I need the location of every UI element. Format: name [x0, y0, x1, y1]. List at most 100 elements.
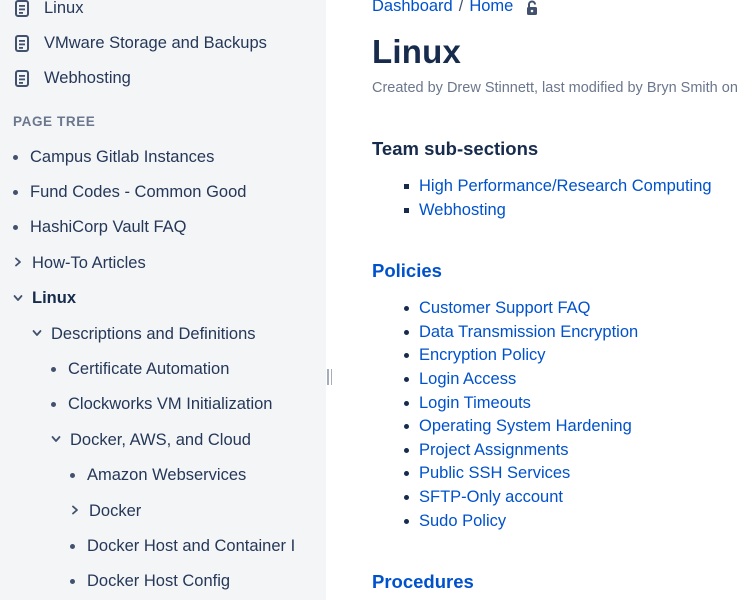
tree-item[interactable]: HashiCorp Vault FAQ	[13, 215, 326, 241]
sidebar-page-linux[interactable]: Linux	[15, 0, 326, 21]
page-link[interactable]: Login Access	[419, 370, 516, 389]
tree-item[interactable]: Docker Host and Container I	[70, 533, 326, 559]
breadcrumb-separator: /	[458, 0, 464, 15]
tree-item-label: Clockworks VM Initialization	[68, 395, 273, 414]
page-title: Linux	[372, 33, 461, 70]
page-icon	[15, 34, 29, 52]
bullet-icon	[404, 424, 409, 430]
tree-item[interactable]: Docker	[70, 498, 326, 524]
page-link[interactable]: Public SSH Services	[419, 464, 570, 483]
tree-item-label: HashiCorp Vault FAQ	[30, 218, 187, 237]
list-item: Operating System Hardening	[404, 415, 638, 439]
bullet-icon	[404, 329, 409, 335]
page-link[interactable]: Sudo Policy	[419, 512, 506, 531]
square-bullet-icon	[404, 207, 409, 213]
bullet-icon	[70, 473, 75, 479]
page-link[interactable]: Operating System Hardening	[419, 417, 632, 436]
section-link-list: Customer Support FAQ Data Transmission En…	[404, 297, 638, 533]
tree-item-label: How-To Articles	[32, 253, 146, 272]
page-tree-heading: PAGE TREE	[13, 114, 96, 129]
list-item: Encryption Policy	[404, 344, 638, 368]
bullet-icon	[13, 225, 18, 231]
sidebar-page-webhosting[interactable]: Webhosting	[15, 65, 326, 91]
chevron-down-icon[interactable]	[13, 293, 23, 303]
bullet-icon	[13, 189, 18, 195]
bullet-icon	[70, 579, 75, 585]
list-item: Customer Support FAQ	[404, 297, 638, 321]
list-item: Public SSH Services	[404, 462, 638, 486]
page-link[interactable]: High Performance/Research Computing	[419, 177, 712, 196]
section-heading[interactable]: Procedures	[372, 571, 474, 593]
section-link-list: High Performance/Research Computing Webho…	[404, 175, 712, 222]
sidebar-page-label: Webhosting	[44, 68, 131, 87]
tree-item-label: Docker Host and Container I	[87, 536, 296, 555]
list-item: Project Assignments	[404, 439, 638, 463]
page-link[interactable]: Login Timeouts	[419, 394, 531, 413]
tree-item[interactable]: Descriptions and Definitions	[32, 321, 326, 347]
page-byline: Created by Drew Stinnett, last modified …	[372, 80, 738, 96]
bullet-icon	[404, 353, 409, 359]
breadcrumb-home[interactable]: Home	[469, 0, 513, 16]
main-content: Dashboard / Home Linux Created by Drew S…	[372, 0, 746, 600]
tree-item[interactable]: Campus Gitlab Instances	[13, 144, 326, 170]
bullet-icon	[51, 366, 56, 372]
tree-item-label: Docker Host Config	[87, 572, 231, 591]
bullet-icon	[51, 402, 56, 408]
tree-item[interactable]: Linux	[13, 286, 326, 312]
list-item: Sudo Policy	[404, 509, 638, 533]
section-heading: Team sub-sections	[372, 138, 539, 159]
tree-item[interactable]: How-To Articles	[13, 250, 326, 276]
tree-item-label: Linux	[32, 289, 76, 308]
tree-item[interactable]: Docker Host Config	[70, 569, 326, 595]
bullet-icon	[404, 377, 409, 383]
bullet-icon	[404, 495, 409, 501]
sidebar-page-vmware[interactable]: VMware Storage and Backups	[15, 30, 326, 56]
bullet-icon	[404, 400, 409, 406]
list-item: SFTP-Only account	[404, 486, 638, 510]
tree-item[interactable]: Docker, AWS, and Cloud	[51, 427, 326, 453]
square-bullet-icon	[404, 184, 409, 190]
tree-item-label: Docker, AWS, and Cloud	[70, 430, 251, 449]
unlock-icon[interactable]	[525, 0, 539, 16]
page-link[interactable]: Customer Support FAQ	[419, 299, 591, 318]
bullet-icon	[404, 471, 409, 477]
bullet-icon	[404, 518, 409, 524]
page-link[interactable]: Data Transmission Encryption	[419, 323, 638, 342]
sidebar-page-label: VMware Storage and Backups	[44, 33, 267, 52]
list-item: Login Timeouts	[404, 391, 638, 415]
page-link[interactable]: Encryption Policy	[419, 346, 546, 365]
bullet-icon	[13, 154, 18, 160]
list-item: Login Access	[404, 368, 638, 392]
sidebar: Linux VMware Storage and Backups Webhost…	[0, 0, 326, 600]
breadcrumb: Dashboard / Home	[372, 0, 539, 16]
bullet-icon	[70, 543, 75, 549]
tree-item-label: Docker	[89, 501, 142, 520]
tree-item-label: Amazon Webservices	[87, 466, 247, 485]
page-icon	[15, 0, 29, 17]
breadcrumb-dashboard[interactable]: Dashboard	[372, 0, 453, 16]
sidebar-resize-handle[interactable]	[327, 369, 333, 385]
chevron-right-icon[interactable]	[70, 505, 80, 515]
list-item: Webhosting	[404, 199, 712, 223]
sidebar-page-label: Linux	[44, 0, 84, 17]
section-heading[interactable]: Policies	[372, 260, 442, 282]
page-link[interactable]: Project Assignments	[419, 441, 568, 460]
tree-item-label: Certificate Automation	[68, 359, 230, 378]
page-icon	[15, 69, 29, 87]
bullet-icon	[404, 447, 409, 453]
tree-item[interactable]: Fund Codes - Common Good	[13, 179, 326, 205]
page-link[interactable]: Webhosting	[419, 201, 506, 220]
tree-item[interactable]: Certificate Automation	[51, 356, 326, 382]
tree-item-label: Descriptions and Definitions	[51, 324, 256, 343]
chevron-right-icon[interactable]	[13, 257, 23, 267]
chevron-down-icon[interactable]	[51, 434, 61, 444]
tree-item-label: Campus Gitlab Instances	[30, 147, 215, 166]
list-item: High Performance/Research Computing	[404, 175, 712, 199]
page-link[interactable]: SFTP-Only account	[419, 488, 563, 507]
tree-item[interactable]: Clockworks VM Initialization	[51, 392, 326, 418]
bullet-icon	[404, 306, 409, 312]
chevron-down-icon[interactable]	[32, 328, 42, 338]
tree-item[interactable]: Amazon Webservices	[70, 463, 326, 489]
tree-item-label: Fund Codes - Common Good	[30, 182, 247, 201]
list-item: Data Transmission Encryption	[404, 321, 638, 345]
